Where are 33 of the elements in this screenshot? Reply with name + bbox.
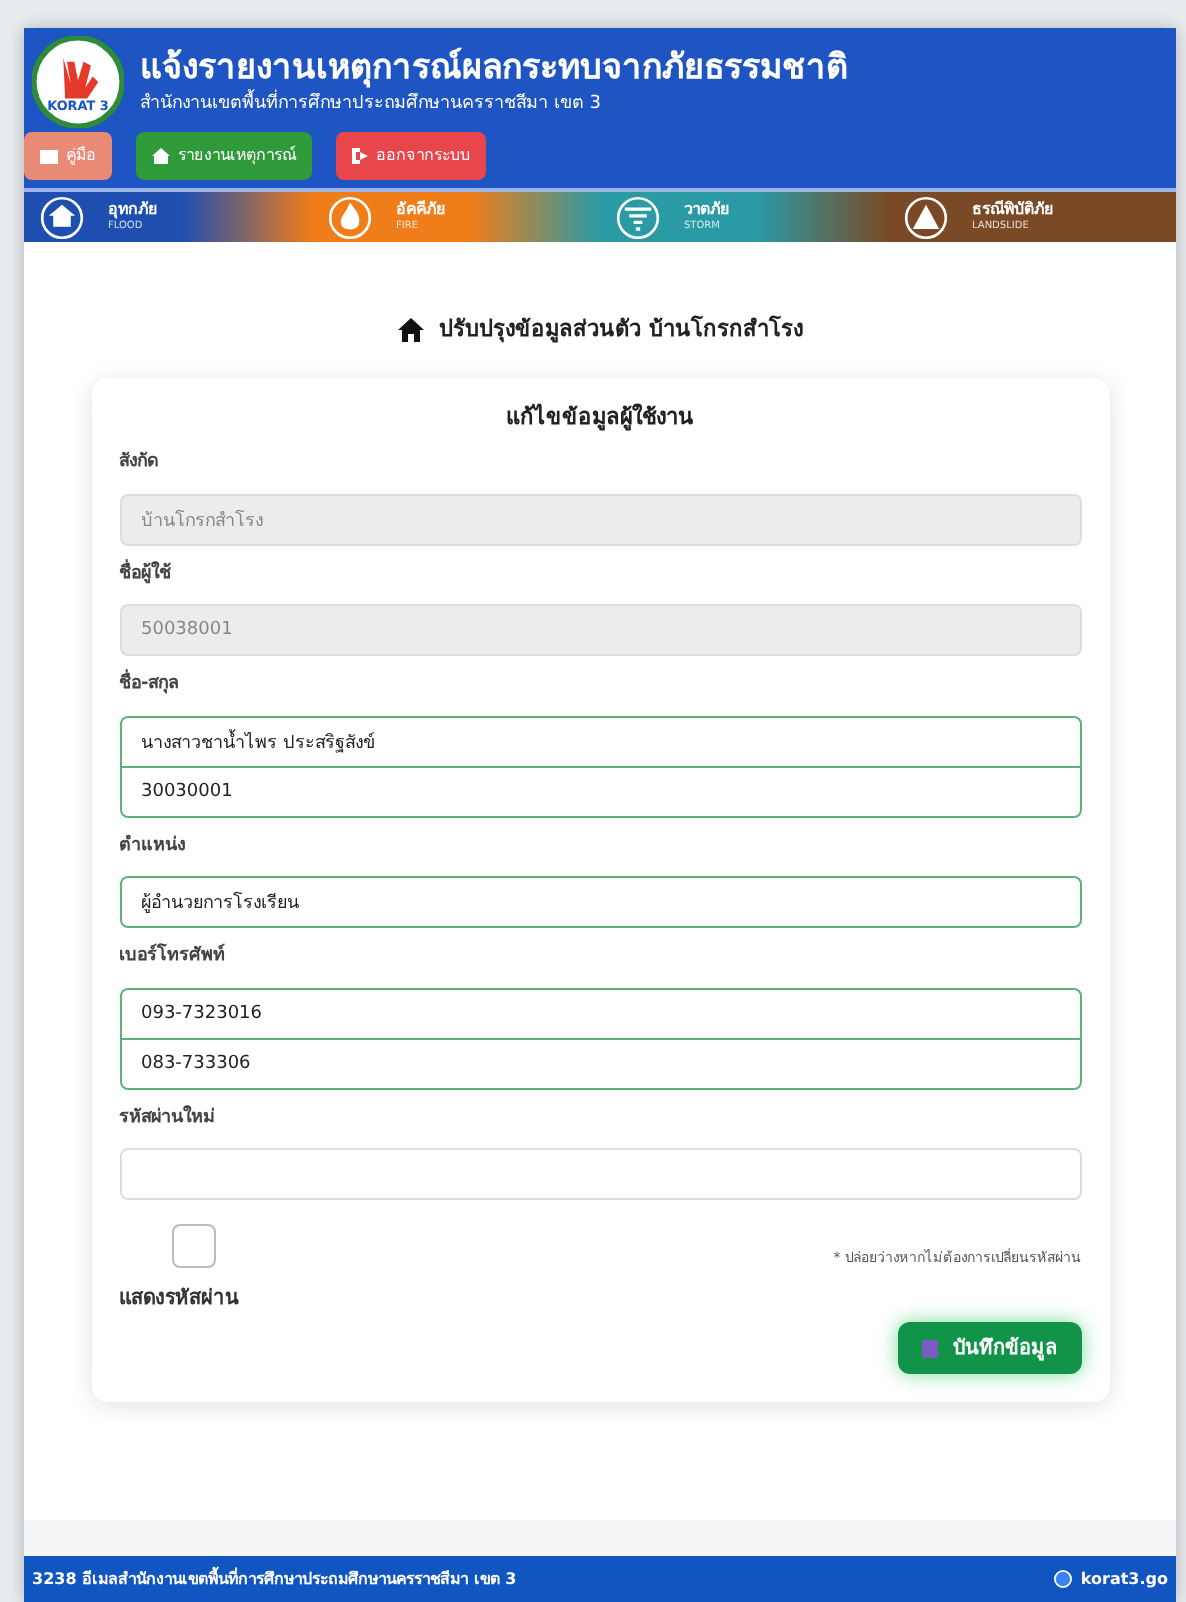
site-subtitle: สำนักงานเขตพื้นที่การศึกษาประถมศึกษานครราชสีมา เขต 3 (140, 92, 848, 119)
text-field[interactable] (119, 1148, 1081, 1200)
save-icon (921, 1339, 937, 1357)
show-password-checkbox[interactable] (171, 1224, 215, 1268)
field-label: ตำแหน่ง (119, 833, 187, 859)
site-title: แจ้งรายงานเหตุการณ์ผลกระทบจากภัยธรรมชาติ (140, 45, 848, 89)
show-password-label: แสดงรหัสผ่าน (119, 1285, 239, 1314)
footer-link[interactable]: korat3.go (1080, 1567, 1168, 1591)
disaster-label: ธรณีพิบัติภัย (972, 202, 1054, 218)
field-label: รหัสผ่านใหม่ (119, 1105, 217, 1131)
text-field[interactable]: 093-7323016 (119, 987, 1081, 1039)
save-button[interactable]: บันทึกข้อมูล (897, 1322, 1081, 1374)
field-label: ชื่อ-สกุล (119, 672, 1081, 699)
disaster-label: อัคคีภัย (396, 202, 446, 218)
footer-text: 3238 อีเมลสำนักงานเขตพื้นที่การศึกษาประถมศึกษานครราชสีมา เขต 3 (32, 1567, 517, 1591)
form-title: แก้ไขข้อมูลผู้ใช้งาน (504, 401, 696, 434)
field-label: ชื่อผู้ใช้ (119, 561, 173, 588)
text-field[interactable]: นางสาวชาน้ำไพร ประสริฐสังข์ (119, 715, 1081, 767)
globe-icon (1054, 1570, 1073, 1588)
text-field[interactable]: ผู้อำนวยการโรงเรียน (119, 876, 1081, 928)
page-heading: ปรับปรุงข้อมูลส่วนตัว บ้านโกรกสำโรง (439, 314, 803, 347)
logout-button[interactable]: ออกจากระบบ (336, 132, 486, 180)
field-label: เบอร์โทรศัพท์ (119, 944, 227, 970)
disaster-label: วาตภัย (684, 202, 730, 218)
logout-icon (352, 148, 368, 164)
report-button[interactable]: รายงานเหตุการณ์ (136, 132, 312, 180)
disaster-label: อุทกภัย (108, 202, 158, 218)
book-icon (40, 149, 58, 163)
field-label: สังกัด (119, 450, 161, 476)
text-field[interactable]: 30030001 (119, 765, 1081, 817)
home-icon (152, 148, 170, 164)
home-icon (397, 318, 424, 343)
text-field[interactable]: 083-733306 (119, 1037, 1081, 1089)
